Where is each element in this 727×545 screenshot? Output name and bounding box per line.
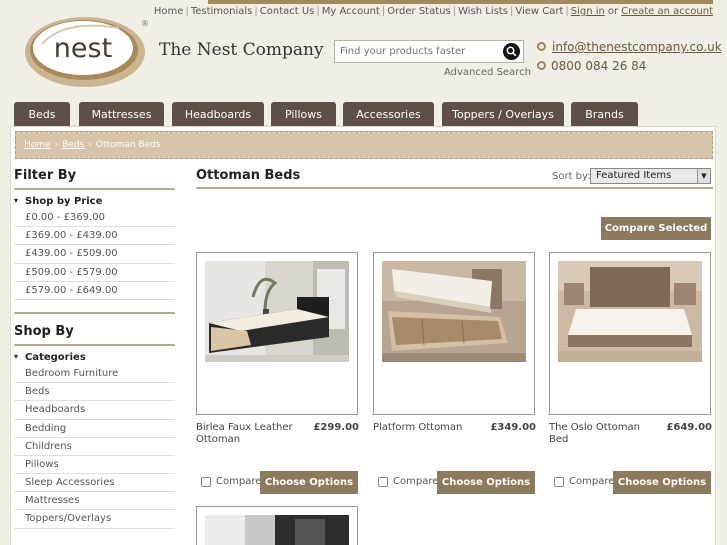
breadcrumb-home[interactable]: Home xyxy=(24,140,51,150)
registered-mark: ® xyxy=(141,19,149,28)
top-link-wish-lists[interactable]: Wish Lists xyxy=(458,6,508,17)
top-links-bar: Home | Testimonials | Contact Us | My Account |… xyxy=(153,6,713,17)
product-image xyxy=(205,515,349,545)
company-name: The Nest Company xyxy=(159,40,324,60)
top-link-testimonials[interactable]: Testimonials xyxy=(191,6,253,17)
price-range-item[interactable]: £579.00 - £649.00 xyxy=(14,282,175,300)
product-name[interactable]: Birlea Faux Leather Ottoman xyxy=(196,422,296,446)
category-item[interactable]: Toppers/Overlays xyxy=(14,510,175,529)
categories-heading[interactable]: ▾ Categories xyxy=(14,352,175,363)
price-range-item[interactable]: £509.00 - £579.00 xyxy=(14,264,175,282)
nest-logo[interactable]: nest xyxy=(24,14,147,88)
contact-phone: 0800 084 26 84 xyxy=(537,59,646,73)
nav-tab-pillows[interactable]: Pillows xyxy=(271,102,336,127)
sort-label: Sort by: xyxy=(552,171,591,182)
title-divider xyxy=(196,187,713,189)
shop-by-price-heading[interactable]: ▾ Shop by Price xyxy=(14,196,175,207)
product-image-frame[interactable] xyxy=(373,252,535,415)
top-accent-stripe xyxy=(208,0,713,4)
price-range-item[interactable]: £0.00 - £369.00 xyxy=(14,209,175,228)
top-link-home[interactable]: Home xyxy=(154,6,184,17)
compare-checkbox[interactable] xyxy=(378,477,388,487)
logo-text: nest xyxy=(54,33,112,64)
product-image xyxy=(382,261,526,362)
email-icon xyxy=(537,42,546,51)
nav-tab-accessories[interactable]: Accessories xyxy=(343,102,434,127)
price-list: £0.00 - £369.00 £369.00 - £439.00 £439.0… xyxy=(14,209,175,300)
product-image-frame[interactable] xyxy=(196,252,358,415)
advanced-search-link[interactable]: Advanced Search xyxy=(444,67,531,78)
category-list: Bedroom Furniture Beds Headboards Beddin… xyxy=(14,365,175,529)
nav-tab-headboards[interactable]: Headboards xyxy=(172,102,264,127)
category-item[interactable]: Sleep Accessories xyxy=(14,474,175,493)
filter-title: Filter By xyxy=(14,168,175,190)
compare-checkbox[interactable] xyxy=(554,477,564,487)
top-link-contact[interactable]: Contact Us xyxy=(260,6,315,17)
product-image xyxy=(205,261,349,362)
category-item[interactable]: Pillows xyxy=(14,456,175,475)
search-box xyxy=(334,40,524,63)
price-range-item[interactable]: £439.00 - £509.00 xyxy=(14,245,175,264)
top-link-order-status[interactable]: Order Status xyxy=(387,6,450,17)
expand-triangle-icon: ▾ xyxy=(14,351,19,361)
phone-icon xyxy=(537,61,546,70)
chevron-down-icon: ▼ xyxy=(697,169,710,183)
category-item[interactable]: Bedding xyxy=(14,420,175,438)
price-range-item[interactable]: £369.00 - £439.00 xyxy=(14,227,175,246)
sort-value: Featured Items xyxy=(596,170,672,181)
product-price: £349.00 xyxy=(490,422,536,433)
expand-triangle-icon: ▾ xyxy=(14,196,19,205)
nav-tab-toppers[interactable]: Toppers / Overlays xyxy=(442,102,564,127)
category-item[interactable]: Mattresses xyxy=(14,492,175,511)
product-image xyxy=(558,261,702,362)
breadcrumb-beds[interactable]: Beds xyxy=(62,140,84,150)
or-text: or xyxy=(607,6,619,17)
page-title: Ottoman Beds xyxy=(196,168,301,183)
product-name[interactable]: The Oslo Ottoman Bed xyxy=(549,422,649,446)
search-icon xyxy=(506,46,517,57)
choose-options-button[interactable]: Choose Options xyxy=(437,471,535,494)
contact-email[interactable]: info@thenestcompany.co.uk xyxy=(537,40,722,54)
top-link-view-cart[interactable]: View Cart xyxy=(515,6,563,17)
contact-email-text: info@thenestcompany.co.uk xyxy=(552,40,722,54)
shop-by-title: Shop By xyxy=(14,324,175,346)
breadcrumb: Home › Beds › Ottoman Beds xyxy=(15,131,713,159)
contact-phone-text: 0800 084 26 84 xyxy=(551,59,647,73)
product-price: £649.00 xyxy=(666,422,712,433)
compare-checkbox[interactable] xyxy=(201,477,211,487)
product-price: £299.00 xyxy=(313,422,359,433)
compare-label: Compare xyxy=(393,476,439,487)
sidebar-divider xyxy=(14,300,175,314)
compare-selected-button[interactable]: Compare Selected xyxy=(601,217,711,240)
category-item[interactable]: Bedroom Furniture xyxy=(14,365,175,384)
search-button[interactable] xyxy=(503,43,520,60)
compare-label: Compare xyxy=(569,476,615,487)
category-item[interactable]: Headboards xyxy=(14,401,175,420)
nav-tab-brands[interactable]: Brands xyxy=(571,102,638,127)
product-image-frame[interactable] xyxy=(549,252,711,415)
choose-options-button[interactable]: Choose Options xyxy=(260,471,358,494)
search-input[interactable] xyxy=(335,41,495,62)
nav-tab-beds[interactable]: Beds xyxy=(14,102,70,127)
category-item[interactable]: Beds xyxy=(14,383,175,402)
sort-select[interactable]: Featured Items ▼ xyxy=(590,168,711,184)
compare-label: Compare xyxy=(216,476,262,487)
product-name[interactable]: Platform Ottoman xyxy=(373,422,473,434)
breadcrumb-current: Ottoman Beds xyxy=(95,140,161,150)
sign-in-link[interactable]: Sign in xyxy=(571,6,605,17)
top-link-my-account[interactable]: My Account xyxy=(322,6,380,17)
category-item[interactable]: Childrens xyxy=(14,438,175,456)
create-account-link[interactable]: Create an account xyxy=(621,6,713,17)
product-image-frame[interactable] xyxy=(196,506,358,545)
sidebar: Filter By ▾ Shop by Price £0.00 - £369.00… xyxy=(14,168,175,529)
nav-tab-mattresses[interactable]: Mattresses xyxy=(79,102,164,127)
choose-options-button[interactable]: Choose Options xyxy=(613,471,711,494)
